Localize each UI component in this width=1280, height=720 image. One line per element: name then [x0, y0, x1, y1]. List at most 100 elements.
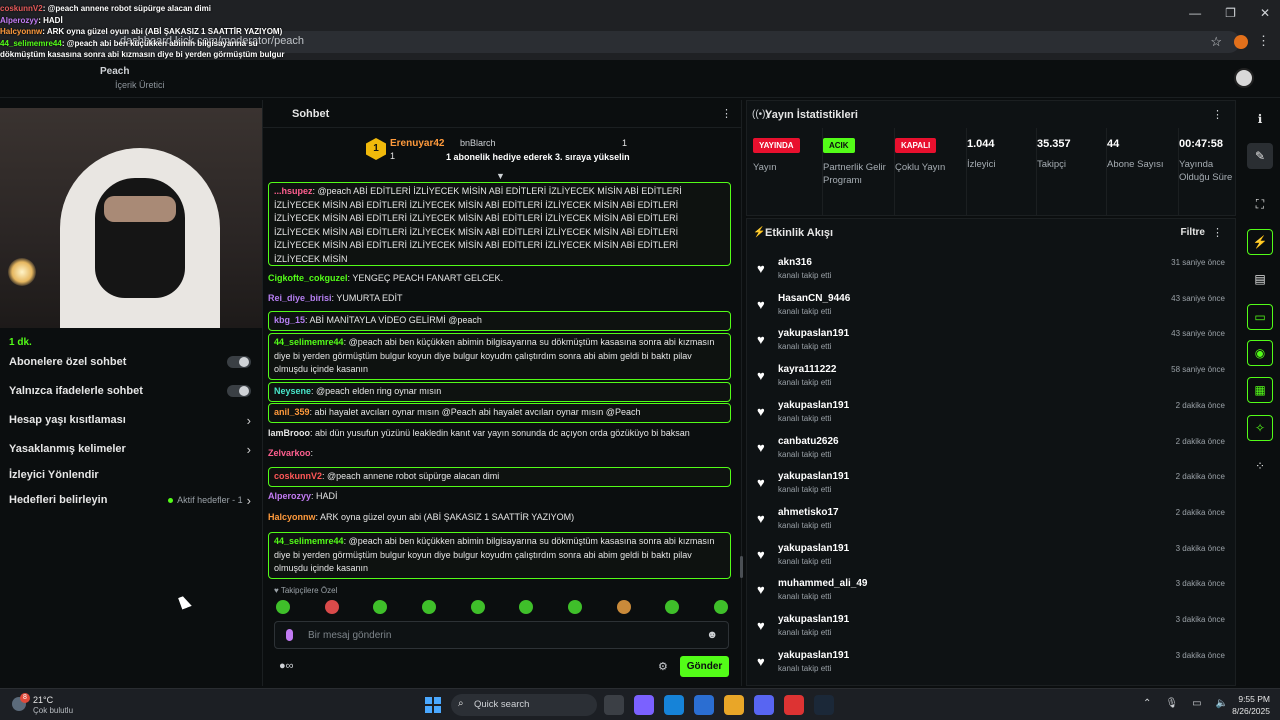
follower-name[interactable]: yakupaslan191 — [778, 328, 849, 339]
chat-bubble-icon[interactable]: ▭ — [1247, 304, 1273, 330]
follower-name[interactable]: yakupaslan191 — [778, 543, 849, 554]
info-icon[interactable]: ℹ — [1247, 106, 1273, 132]
chrome-icon[interactable] — [724, 695, 744, 715]
feed-item[interactable]: ♥ yakupaslan191 kanalı takip etti 2 dakika … — [757, 398, 1225, 428]
chat-scrollbar[interactable] — [740, 556, 743, 578]
subscribers-chat-row[interactable]: Abonelere özel sohbet — [9, 352, 251, 372]
follower-name[interactable]: kayra111222 — [778, 364, 836, 375]
obs-icon[interactable] — [784, 695, 804, 715]
plugins-icon[interactable]: ⁘ — [1247, 453, 1273, 479]
viewer-redirect-row[interactable]: İzleyici Yönlendir — [9, 465, 251, 485]
edge-icon[interactable] — [664, 695, 684, 715]
filter-button[interactable]: Filtre — [1181, 227, 1205, 238]
browser-menu-icon[interactable]: ⋮ — [1257, 33, 1270, 49]
collapse-icon[interactable]: ▼ — [496, 171, 505, 181]
stats-menu-icon[interactable]: ⋮ — [1212, 108, 1223, 121]
chat-username[interactable]: Halcyonnw — [268, 512, 316, 522]
emote-icon[interactable] — [567, 600, 582, 614]
close-icon[interactable]: ✕ — [1260, 6, 1270, 20]
follower-name[interactable]: yakupaslan191 — [778, 614, 849, 625]
layout-icon[interactable]: ▦ — [1247, 377, 1273, 403]
steam-icon[interactable] — [814, 695, 834, 715]
emotes-chat-toggle[interactable] — [227, 385, 251, 397]
emote-icon[interactable] — [324, 600, 339, 614]
chat-input[interactable]: Bir mesaj gönderin ☻ — [274, 621, 729, 649]
second-gifter-name[interactable]: bnBlarch — [460, 138, 496, 148]
feed-item[interactable]: ♥ yakupaslan191 kanalı takip etti 3 dakika … — [757, 648, 1225, 678]
banned-words-row[interactable]: Yasaklanmış kelimeler › — [9, 439, 251, 459]
avatar[interactable] — [1234, 68, 1254, 88]
follower-name[interactable]: ahmetisko17 — [778, 507, 839, 518]
feed-menu-icon[interactable]: ⋮ — [1212, 226, 1223, 239]
goals-row[interactable]: Hedefleri belirleyin Aktif hedefler - 1 … — [9, 490, 251, 510]
chat-username[interactable]: Zelvarkoo — [268, 448, 311, 458]
chat-username[interactable]: 44_selimemre44 — [274, 337, 344, 347]
chat-username[interactable]: ...hsupez — [274, 186, 313, 196]
follower-name[interactable]: yakupaslan191 — [778, 471, 849, 482]
copilot-icon[interactable] — [634, 695, 654, 715]
follower-name[interactable]: akn316 — [778, 257, 812, 268]
emote-icon[interactable] — [470, 600, 485, 614]
fullscreen-icon[interactable]: ⛶ — [1247, 191, 1273, 217]
feed-item[interactable]: ♥ yakupaslan191 kanalı takip etti 3 dakika … — [757, 541, 1225, 571]
feed-item[interactable]: ♥ yakupaslan191 kanalı takip etti 43 saniye… — [757, 326, 1225, 356]
mic-icon[interactable] — [286, 629, 293, 641]
subscribers-chat-toggle[interactable] — [227, 356, 251, 368]
feed-item[interactable]: ♥ canbatu2626 kanalı takip etti 2 dakika ön… — [757, 434, 1225, 464]
display-icon[interactable]: ▭ — [1192, 698, 1201, 709]
send-button[interactable]: Gönder — [680, 656, 729, 677]
maximize-icon[interactable]: ❐ — [1225, 6, 1236, 20]
chat-username[interactable]: anil_359 — [274, 407, 310, 417]
tray-chevron-icon[interactable]: ⌃ — [1143, 698, 1151, 709]
minimize-icon[interactable]: — — [1189, 6, 1201, 20]
chat-username[interactable]: Rei_diye_birisi — [268, 293, 332, 303]
emote-icon[interactable] — [373, 600, 388, 614]
emote-icon[interactable] — [519, 600, 534, 614]
follower-name[interactable]: canbatu2626 — [778, 436, 839, 447]
lightning-icon[interactable]: ⚡ — [1247, 229, 1273, 255]
feed-item[interactable]: ♥ yakupaslan191 kanalı takip etti 2 dakika … — [757, 469, 1225, 499]
volume-icon[interactable]: 🔈 — [1216, 698, 1228, 709]
wrench-icon[interactable]: ✧ — [1247, 415, 1273, 441]
feed-item[interactable]: ♥ yakupaslan191 kanalı takip etti 3 dakika … — [757, 612, 1225, 642]
chat-username[interactable]: Alperozyy — [268, 491, 311, 501]
edit-icon[interactable]: ✎ — [1247, 143, 1273, 169]
document-icon[interactable]: ▤ — [1247, 266, 1273, 292]
channel-points-icon[interactable]: ●∞ — [279, 660, 294, 672]
top-gifter-name[interactable]: Erenuyar42 — [390, 138, 444, 149]
task-view-icon[interactable] — [604, 695, 624, 715]
chat-username[interactable]: 44_selimemre44 — [274, 536, 344, 546]
chat-username[interactable]: kbg_15 — [274, 315, 305, 325]
account-age-row[interactable]: Hesap yaşı kısıtlaması › — [9, 410, 251, 430]
emote-icon[interactable] — [616, 600, 631, 614]
feed-item[interactable]: ♥ muhammed_ali_49 kanalı takip etti 3 dakik… — [757, 576, 1225, 606]
chat-menu-icon[interactable]: ⋮ — [721, 107, 732, 120]
emoji-icon[interactable]: ☻ — [706, 629, 718, 641]
follower-name[interactable]: muhammed_ali_49 — [778, 578, 868, 589]
chat-username[interactable]: lamBrooo — [268, 428, 310, 438]
chat-username[interactable]: coskunnV2 — [274, 471, 322, 481]
broadcast-icon[interactable]: ◉ — [1247, 340, 1273, 366]
clock[interactable]: 9:55 PM 8/26/2025 — [1232, 693, 1270, 717]
store-icon[interactable] — [694, 695, 714, 715]
emote-icon[interactable] — [276, 600, 290, 614]
emotes-chat-row[interactable]: Yalnızca ifadelerle sohbet — [9, 381, 251, 401]
windows-start-icon[interactable] — [425, 697, 441, 713]
bookmark-star-icon[interactable]: ☆ — [1210, 34, 1222, 50]
emote-icon[interactable] — [665, 600, 680, 614]
feed-item[interactable]: ♥ ahmetisko17 kanalı takip etti 2 dakika ön… — [757, 505, 1225, 535]
chat-username[interactable]: Cigkofte_cokguzel — [268, 273, 348, 283]
taskbar-search[interactable]: ⌕ Quick search — [451, 694, 597, 716]
feed-item[interactable]: ♥ HasanCN_9446 kanalı takip etti 43 saniye … — [757, 291, 1225, 321]
feed-item[interactable]: ♥ akn316 kanalı takip etti 31 saniye önce — [757, 255, 1225, 285]
follower-name[interactable]: HasanCN_9446 — [778, 293, 850, 304]
discord-icon[interactable] — [754, 695, 774, 715]
feed-item[interactable]: ♥ kayra111222 kanalı takip etti 58 saniye ö… — [757, 362, 1225, 392]
mic-tray-icon[interactable]: 🎙 — [1165, 698, 1178, 709]
emote-icon[interactable] — [713, 600, 728, 614]
gear-icon[interactable]: ⚙ — [658, 660, 668, 673]
follower-name[interactable]: yakupaslan191 — [778, 650, 849, 661]
chat-username[interactable]: Neysene — [274, 386, 311, 396]
follower-name[interactable]: yakupaslan191 — [778, 400, 849, 411]
extension-icon[interactable] — [1234, 35, 1248, 49]
